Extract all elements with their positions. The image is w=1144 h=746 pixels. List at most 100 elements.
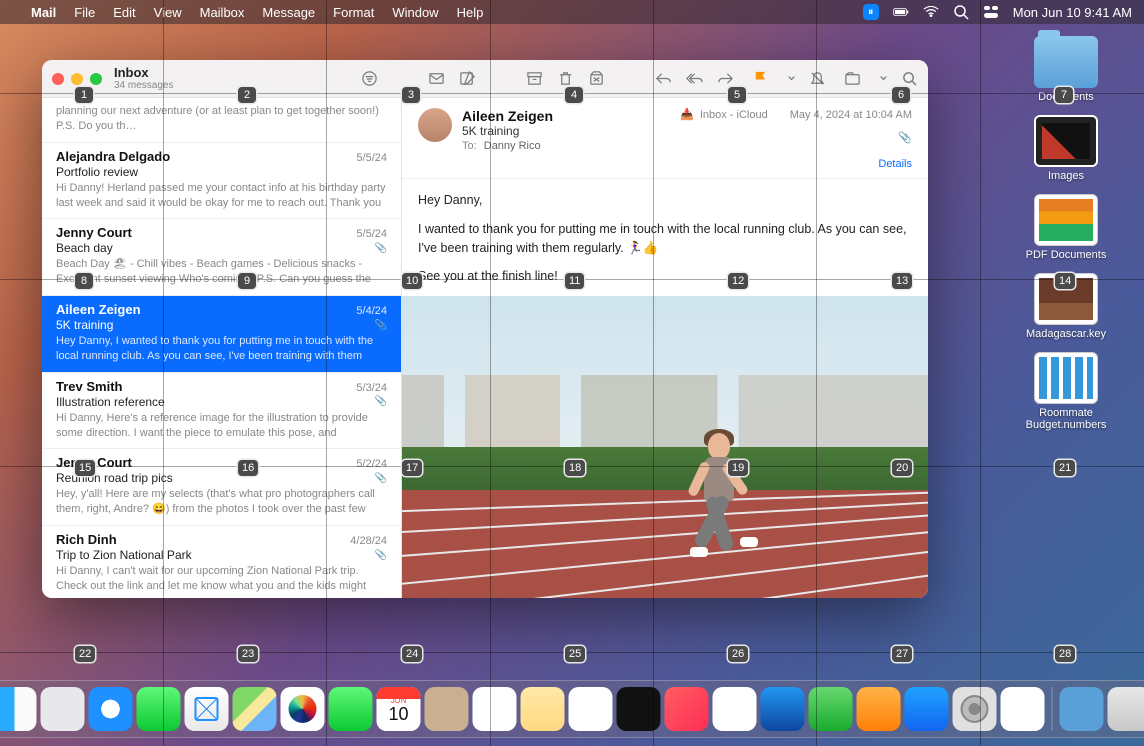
junk-icon[interactable] bbox=[588, 70, 605, 87]
attachment-icon: 📎 bbox=[375, 550, 387, 561]
search-icon[interactable] bbox=[901, 70, 918, 87]
message-row[interactable]: planning our next adventure (or at least… bbox=[42, 98, 401, 143]
menu-app[interactable]: Mail bbox=[22, 5, 65, 20]
move-icon[interactable] bbox=[844, 70, 861, 87]
menu-file[interactable]: File bbox=[65, 5, 104, 20]
msg-subject: Beach day bbox=[56, 241, 113, 255]
dock-downloads[interactable] bbox=[1060, 687, 1104, 731]
dock-calendar[interactable]: JUN10 bbox=[377, 687, 421, 731]
dock-music[interactable] bbox=[665, 687, 709, 731]
message-row[interactable]: Jenny Court5/5/24Beach day📎Beach Day 🏖 -… bbox=[42, 219, 401, 296]
message-row[interactable]: Alejandra Delgado5/5/24Portfolio reviewH… bbox=[42, 143, 401, 220]
mail-titlebar[interactable]: Inbox 34 messages bbox=[42, 60, 928, 98]
menubar-datetime[interactable]: Mon Jun 10 9:41 AM bbox=[1013, 5, 1132, 20]
message-body: Hey Danny,I wanted to thank you for putt… bbox=[402, 179, 928, 598]
dock-maps[interactable] bbox=[233, 687, 277, 731]
message-row[interactable]: Rich Dinh4/28/24Trip to Zion National Pa… bbox=[42, 526, 401, 598]
dock-appstore[interactable] bbox=[905, 687, 949, 731]
msg-sender: Jenny Court bbox=[56, 225, 132, 240]
dock-safari[interactable] bbox=[89, 687, 133, 731]
zoom-button[interactable] bbox=[90, 73, 102, 85]
desktop-item[interactable]: Documents bbox=[1006, 36, 1126, 103]
inbox-icon: 📥 bbox=[680, 108, 694, 121]
msg-sender: Jenny Court bbox=[56, 455, 132, 470]
msg-subject: Portfolio review bbox=[56, 165, 138, 179]
compose-icon[interactable] bbox=[428, 70, 445, 87]
body-paragraph: Hey Danny, bbox=[418, 191, 912, 210]
message-row[interactable]: Aileen Zeigen5/4/245K training📎Hey Danny… bbox=[42, 296, 401, 373]
dock-keynote[interactable] bbox=[761, 687, 805, 731]
message-row[interactable]: Trev Smith5/3/24Illustration reference📎H… bbox=[42, 373, 401, 450]
desktop-item[interactable]: PDF Documents bbox=[1006, 194, 1126, 261]
dock-messages[interactable] bbox=[137, 687, 181, 731]
control-center-icon[interactable] bbox=[983, 4, 999, 20]
reply-icon[interactable] bbox=[655, 70, 672, 87]
dock-mail[interactable] bbox=[185, 687, 229, 731]
dock-contacts[interactable] bbox=[425, 687, 469, 731]
menu-view[interactable]: View bbox=[145, 5, 191, 20]
menubar[interactable]: Mail FileEditViewMailboxMessageFormatWin… bbox=[0, 0, 1144, 24]
dock-mirroring[interactable] bbox=[1001, 687, 1045, 731]
msg-subject: Illustration reference bbox=[56, 395, 165, 409]
dock-news[interactable] bbox=[713, 687, 757, 731]
menu-mailbox[interactable]: Mailbox bbox=[191, 5, 254, 20]
message-list[interactable]: planning our next adventure (or at least… bbox=[42, 98, 402, 598]
msg-preview: Beach Day 🏖 - Chill vibes - Beach games … bbox=[56, 257, 387, 287]
dock-reminders[interactable] bbox=[473, 687, 517, 731]
dock-notes[interactable] bbox=[521, 687, 565, 731]
message-header: Aileen Zeigen 5K training To: Danny Rico… bbox=[402, 98, 928, 179]
desktop-item[interactable]: Images bbox=[1006, 115, 1126, 182]
attachment-icon: 📎 bbox=[375, 243, 387, 254]
trash-icon[interactable] bbox=[557, 70, 574, 87]
dock-freeform[interactable] bbox=[569, 687, 613, 731]
dock-pages[interactable] bbox=[857, 687, 901, 731]
attachment-icon[interactable]: 📎 bbox=[680, 131, 912, 144]
dock[interactable]: JUN10 bbox=[0, 680, 1144, 738]
attachment-icon: 📎 bbox=[375, 396, 387, 407]
siri-icon[interactable]: ⏸ bbox=[863, 4, 879, 20]
desktop-item[interactable]: Madagascar.key bbox=[1006, 273, 1126, 340]
mail-window: Inbox 34 messages bbox=[42, 60, 928, 598]
msg-sender: Aileen Zeigen bbox=[56, 302, 141, 317]
dock-settings[interactable] bbox=[953, 687, 997, 731]
msg-sender: Rich Dinh bbox=[56, 532, 117, 547]
details-link[interactable]: Details bbox=[680, 158, 912, 170]
attachment-icon: 📎 bbox=[375, 473, 387, 484]
dock-facetime[interactable] bbox=[329, 687, 373, 731]
desktop-item-label: Images bbox=[1048, 170, 1084, 182]
dock-tv[interactable] bbox=[617, 687, 661, 731]
reading-pane: Aileen Zeigen 5K training To: Danny Rico… bbox=[402, 98, 928, 598]
forward-icon[interactable] bbox=[717, 70, 734, 87]
spotlight-icon[interactable] bbox=[953, 4, 969, 20]
flag-icon[interactable] bbox=[752, 70, 769, 87]
dock-finder[interactable] bbox=[0, 687, 37, 731]
mailbox-title: Inbox bbox=[114, 66, 173, 80]
dock-numbers[interactable] bbox=[809, 687, 853, 731]
close-button[interactable] bbox=[52, 73, 64, 85]
dock-launchpad[interactable] bbox=[41, 687, 85, 731]
menu-edit[interactable]: Edit bbox=[104, 5, 144, 20]
reply-all-icon[interactable] bbox=[686, 70, 703, 87]
dock-photos[interactable] bbox=[281, 687, 325, 731]
new-message-icon[interactable] bbox=[459, 70, 476, 87]
menu-message[interactable]: Message bbox=[253, 5, 324, 20]
flag-menu-icon[interactable] bbox=[783, 70, 791, 87]
dock-trash[interactable] bbox=[1108, 687, 1144, 731]
menu-help[interactable]: Help bbox=[448, 5, 493, 20]
battery-icon[interactable] bbox=[893, 4, 909, 20]
msg-sender: Alejandra Delgado bbox=[56, 149, 170, 164]
filter-icon[interactable] bbox=[361, 70, 378, 87]
wifi-icon[interactable] bbox=[923, 4, 939, 20]
msg-sender: Trev Smith bbox=[56, 379, 122, 394]
menu-window[interactable]: Window bbox=[383, 5, 447, 20]
menu-format[interactable]: Format bbox=[324, 5, 383, 20]
minimize-button[interactable] bbox=[71, 73, 83, 85]
mute-icon[interactable] bbox=[809, 70, 826, 87]
archive-icon[interactable] bbox=[526, 70, 543, 87]
message-row[interactable]: Jenny Court5/2/24Reunion road trip pics📎… bbox=[42, 449, 401, 526]
desktop-item[interactable]: Roommate Budget.numbers bbox=[1006, 352, 1126, 431]
move-menu-icon[interactable] bbox=[875, 70, 883, 87]
message-count: 34 messages bbox=[114, 80, 173, 91]
msg-subject: Trip to Zion National Park bbox=[56, 548, 192, 562]
email-image bbox=[402, 296, 928, 598]
